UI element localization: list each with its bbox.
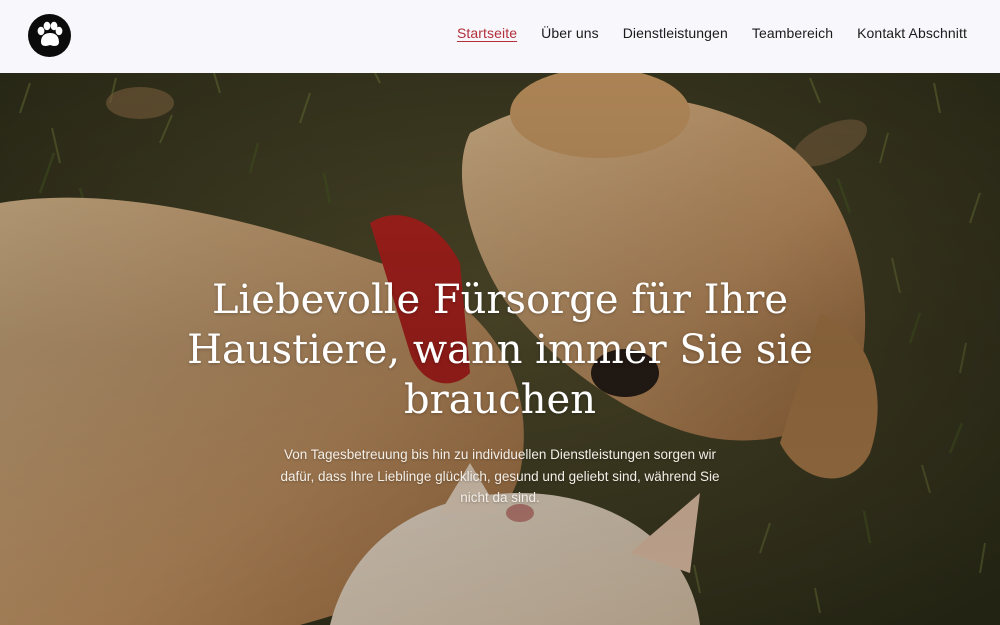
paw-logo-icon[interactable] — [28, 14, 71, 57]
hero-section: Liebevolle Fürsorge für Ihre Haustiere, … — [0, 73, 1000, 625]
nav-link-dienstleistungen[interactable]: Dienstleistungen — [623, 25, 728, 41]
site-header: Startseite Über uns Dienstleistungen Tea… — [0, 0, 1000, 73]
nav-link-startseite[interactable]: Startseite — [457, 25, 517, 41]
nav-link-ueber-uns[interactable]: Über uns — [541, 25, 599, 41]
nav-link-teambereich[interactable]: Teambereich — [752, 25, 833, 41]
hero-title: Liebevolle Fürsorge für Ihre Haustiere, … — [187, 277, 813, 423]
main-navigation: Startseite Über uns Dienstleistungen Tea… — [457, 22, 967, 44]
nav-link-kontakt-abschnitt[interactable]: Kontakt Abschnitt — [857, 25, 967, 41]
hero-subtitle: Von Tagesbetreuung bis hin zu individuel… — [280, 447, 720, 505]
